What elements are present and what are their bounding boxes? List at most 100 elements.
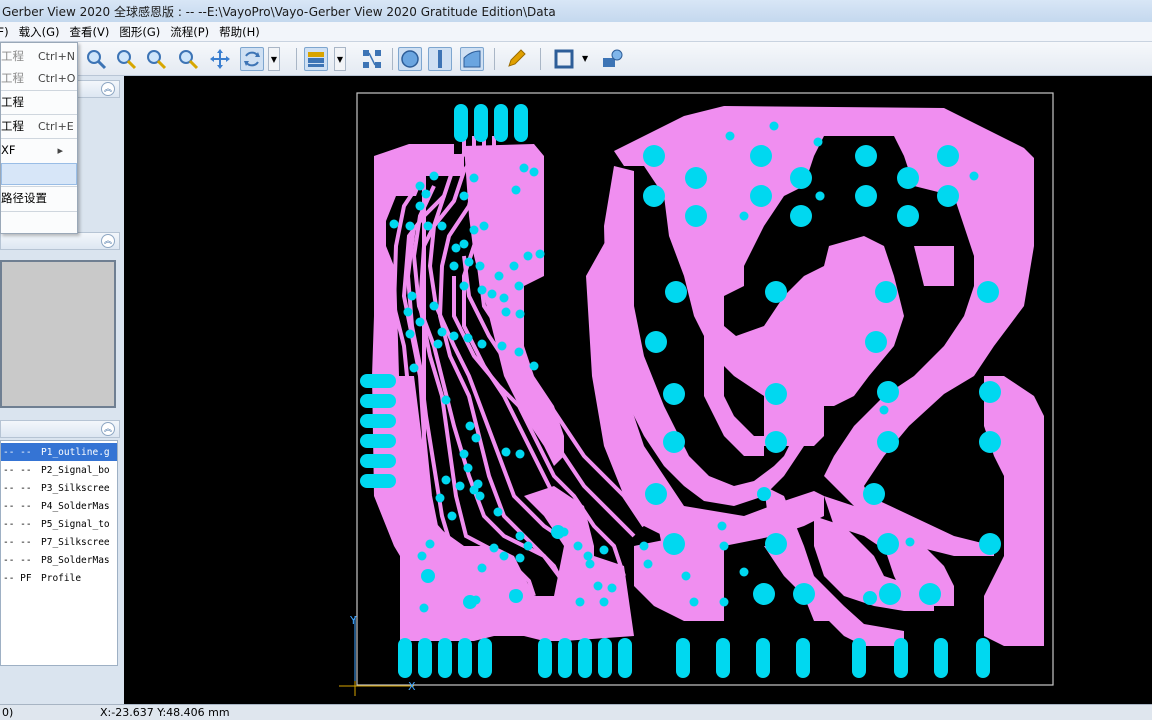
layer-row[interactable]: -- -- P8_SolderMas bbox=[1, 551, 117, 569]
collapse-up-icon[interactable]: ︽ bbox=[101, 422, 115, 436]
menu-export-project[interactable]: 工程 Ctrl+E bbox=[1, 115, 77, 137]
pan-button[interactable] bbox=[208, 47, 232, 71]
zoom-out-button[interactable] bbox=[144, 47, 168, 71]
pad bbox=[463, 463, 473, 473]
pad bbox=[875, 281, 897, 303]
menu-load[interactable]: 载入(G) bbox=[19, 24, 66, 40]
pad bbox=[593, 581, 603, 591]
submenu-arrow-icon: ▸ bbox=[57, 143, 64, 157]
pad bbox=[573, 541, 583, 551]
pad bbox=[459, 239, 469, 249]
panel-header-preview: ︽ bbox=[0, 232, 120, 250]
menu-save-project[interactable]: 工程 bbox=[1, 91, 77, 113]
menu-item-label: 工程 bbox=[1, 71, 24, 85]
zoom-fit-button[interactable] bbox=[176, 47, 200, 71]
pad bbox=[463, 333, 473, 343]
pad bbox=[465, 421, 475, 431]
zoom-window-button[interactable] bbox=[114, 47, 138, 71]
net-nodes-icon bbox=[363, 50, 381, 68]
layer-dropdown[interactable]: ▼ bbox=[334, 47, 346, 71]
pad bbox=[449, 331, 459, 341]
menu-path-settings[interactable]: 路径设置 bbox=[1, 187, 77, 209]
pcb-render: Y X bbox=[339, 92, 1054, 696]
layer-row[interactable]: -- PF Profile bbox=[1, 569, 117, 587]
gerber-canvas[interactable]: Y X bbox=[124, 76, 1152, 704]
pad bbox=[979, 431, 1001, 453]
status-bar: 0) X:-23.637 Y:48.406 mm bbox=[0, 704, 1152, 720]
menu-view[interactable]: 查看(V) bbox=[69, 24, 115, 40]
layer-mark: -- -- bbox=[3, 482, 32, 494]
view-circle-button[interactable] bbox=[398, 47, 422, 71]
pad bbox=[919, 583, 941, 605]
layer-row[interactable]: -- -- P5_Signal_to bbox=[1, 515, 117, 533]
pad bbox=[515, 309, 525, 319]
pad bbox=[515, 553, 525, 563]
pad bbox=[665, 281, 687, 303]
menu-item-label: XF bbox=[1, 143, 16, 157]
net-button[interactable] bbox=[360, 47, 384, 71]
zoom-out-icon bbox=[147, 50, 167, 70]
layer-row[interactable]: -- -- P3_Silkscree bbox=[1, 479, 117, 497]
pad bbox=[515, 531, 525, 541]
pad bbox=[519, 163, 529, 173]
menu-highlighted-item[interactable] bbox=[1, 163, 77, 185]
menu-open-project[interactable]: 工程 Ctrl+O bbox=[1, 67, 77, 89]
pad bbox=[463, 595, 477, 609]
zoom-fit-icon bbox=[179, 50, 199, 70]
pad bbox=[418, 638, 432, 678]
menu-help[interactable]: 帮助(H) bbox=[219, 24, 266, 40]
pad bbox=[477, 563, 487, 573]
menu-graphics[interactable]: 图形(G) bbox=[119, 24, 166, 40]
panel-header-layers: ︽ bbox=[0, 420, 120, 438]
menu-file[interactable]: 文件(F) bbox=[0, 24, 15, 40]
pad bbox=[897, 205, 919, 227]
pad bbox=[360, 414, 396, 428]
menu-process[interactable]: 流程(P) bbox=[170, 24, 215, 40]
pad bbox=[514, 347, 524, 357]
pad bbox=[538, 638, 552, 678]
redraw-dropdown[interactable]: ▼ bbox=[268, 47, 280, 71]
export-button[interactable] bbox=[600, 47, 624, 71]
preview-thumbnail[interactable] bbox=[0, 260, 116, 408]
layer-row[interactable]: -- -- P2_Signal_bo bbox=[1, 461, 117, 479]
pad bbox=[447, 511, 457, 521]
pad bbox=[663, 431, 685, 453]
layer-row[interactable]: -- -- P7_Silkscree bbox=[1, 533, 117, 551]
pad bbox=[643, 145, 665, 167]
pad bbox=[877, 431, 899, 453]
layer-row[interactable]: -- -- P1_outline.g bbox=[1, 443, 117, 461]
zoom-in-button[interactable] bbox=[84, 47, 108, 71]
pad bbox=[437, 221, 447, 231]
pad bbox=[514, 281, 524, 291]
chevron-down-icon[interactable]: ▼ bbox=[582, 54, 588, 63]
pad bbox=[934, 638, 948, 678]
pad bbox=[719, 541, 729, 551]
redraw-button[interactable] bbox=[240, 47, 264, 71]
pad bbox=[765, 533, 787, 555]
toolbar-separator bbox=[392, 48, 393, 70]
pad bbox=[409, 363, 419, 373]
pad bbox=[514, 104, 528, 142]
pad bbox=[663, 383, 685, 405]
layer-button[interactable] bbox=[304, 47, 328, 71]
collapse-up-icon[interactable]: ︽ bbox=[101, 234, 115, 248]
pad bbox=[618, 638, 632, 678]
layer-row[interactable]: -- -- P4_SolderMas bbox=[1, 497, 117, 515]
pad bbox=[535, 249, 545, 259]
pad bbox=[793, 583, 815, 605]
view-line-button[interactable] bbox=[428, 47, 452, 71]
menu-new-project[interactable]: 工程 Ctrl+N bbox=[1, 45, 77, 67]
refresh-icon bbox=[244, 51, 260, 67]
measure-button[interactable] bbox=[504, 47, 528, 71]
pad bbox=[458, 638, 472, 678]
menu-dxf[interactable]: XF ▸ bbox=[1, 139, 77, 161]
toolbar: ▼ ▼ ▼ bbox=[0, 42, 1152, 76]
app-window: Gerber View 2020 全球感恩版 : -- --E:\VayoPro… bbox=[0, 0, 1152, 720]
collapse-up-icon[interactable]: ︽ bbox=[101, 82, 115, 96]
layer-name: P3_Silkscree bbox=[41, 482, 110, 494]
view-arc-button[interactable] bbox=[460, 47, 484, 71]
board-outline-button[interactable] bbox=[552, 47, 576, 71]
pad bbox=[790, 205, 812, 227]
pad bbox=[523, 251, 533, 261]
menu-item-shortcut: Ctrl+N bbox=[38, 49, 76, 63]
